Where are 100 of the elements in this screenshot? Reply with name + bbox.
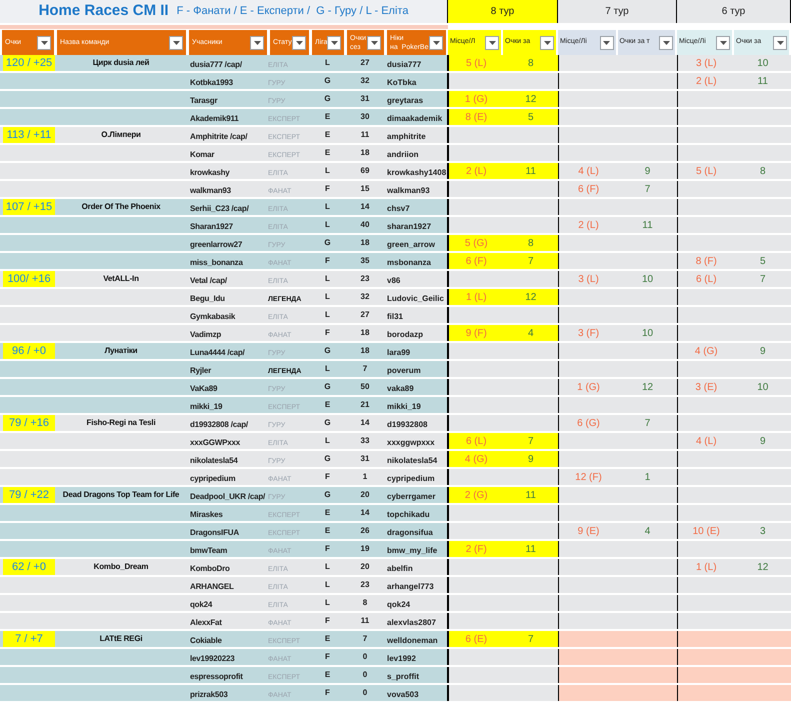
season-points: 11 bbox=[360, 129, 370, 141]
member-name: walkman93 bbox=[190, 186, 231, 195]
place-text: 5 (G) bbox=[464, 236, 488, 250]
filter-dropdown-button[interactable] bbox=[485, 36, 499, 50]
points-text: 4 bbox=[644, 524, 650, 538]
place-text: 6 (F) bbox=[578, 182, 600, 196]
nickname: KoTbka bbox=[387, 78, 416, 87]
filter-dropdown-button[interactable] bbox=[292, 36, 306, 50]
league-code: L bbox=[325, 579, 330, 591]
season-points: 27 bbox=[360, 57, 370, 69]
member-name: Komar bbox=[190, 150, 214, 159]
league-code: F bbox=[325, 327, 330, 339]
filter-dropdown-button[interactable] bbox=[169, 36, 183, 50]
filter-dropdown-button[interactable] bbox=[250, 36, 264, 50]
filter-dropdown-button[interactable] bbox=[716, 36, 730, 50]
nickname: msbonanza bbox=[387, 258, 432, 267]
points-text: 7 bbox=[644, 182, 650, 196]
points-text: 11 bbox=[526, 488, 536, 502]
member-name: Sharan1927 bbox=[190, 222, 233, 231]
league-code: L bbox=[325, 363, 330, 375]
season-points: 23 bbox=[360, 273, 370, 285]
league-code: F bbox=[325, 471, 330, 483]
caret-icon bbox=[40, 40, 48, 44]
team-name: О.Лімпери bbox=[101, 129, 141, 141]
league-code: E bbox=[324, 525, 330, 537]
filter-dropdown-button[interactable] bbox=[600, 36, 614, 50]
filter-dropdown-button[interactable] bbox=[540, 36, 554, 50]
nickname: cypripedium bbox=[387, 474, 435, 483]
caret-icon bbox=[720, 40, 726, 44]
place-text: 2 (G) bbox=[464, 488, 488, 502]
nickname: dimaakademik bbox=[387, 114, 442, 123]
league-code: L bbox=[325, 435, 330, 447]
nickname: amphitrite bbox=[387, 132, 426, 141]
season-points: 14 bbox=[360, 507, 370, 519]
points-text: 8 bbox=[528, 56, 534, 70]
points-text: 11 bbox=[526, 164, 536, 178]
nickname: borodazp bbox=[387, 330, 423, 339]
team-name: LATtE REGi bbox=[100, 633, 142, 645]
season-points: 14 bbox=[360, 201, 370, 213]
filter-dropdown-button[interactable] bbox=[429, 36, 443, 50]
team-name: Fisho-Regi na Tesli bbox=[86, 417, 156, 429]
member-name: Deadpool_UKR /cap/ bbox=[190, 492, 266, 501]
points-text: 10 bbox=[642, 272, 654, 286]
filter-dropdown-button[interactable] bbox=[37, 36, 51, 50]
league-code: E bbox=[324, 147, 330, 159]
member-name: mikki_19 bbox=[190, 402, 222, 411]
team-score: 79 / +16 bbox=[3, 415, 55, 431]
season-points: 69 bbox=[360, 165, 370, 177]
place-text: 3 (L) bbox=[578, 272, 599, 286]
league-code: G bbox=[324, 417, 331, 429]
season-points: 0 bbox=[362, 669, 368, 681]
nickname: vaka89 bbox=[387, 384, 414, 393]
points-text: 9 bbox=[528, 452, 534, 466]
league-code: L bbox=[325, 165, 330, 177]
season-points: 14 bbox=[360, 417, 370, 429]
season-points: 32 bbox=[360, 291, 370, 303]
member-name: prizrak503 bbox=[190, 690, 228, 699]
member-name: Cokiable bbox=[190, 636, 222, 645]
tour-header: 6 тур bbox=[677, 0, 791, 23]
season-points: 23 bbox=[360, 579, 370, 591]
season-points: 18 bbox=[360, 237, 370, 249]
member-name: Luna4444 /cap/ bbox=[190, 348, 245, 357]
nickname: lev1992 bbox=[387, 654, 416, 663]
caret-icon bbox=[488, 40, 496, 44]
filter-dropdown-button[interactable] bbox=[659, 36, 673, 50]
points-text: 5 bbox=[760, 254, 766, 268]
season-points: 0 bbox=[362, 687, 368, 699]
nickname: poverum bbox=[387, 366, 421, 375]
league-code: G bbox=[324, 237, 331, 249]
league-code: L bbox=[325, 273, 330, 285]
team-name: Dead Dragons Top Team for Life bbox=[62, 489, 180, 501]
league-code: L bbox=[325, 291, 330, 303]
filter-dropdown-button[interactable] bbox=[367, 36, 381, 50]
team-name: Лунатіки bbox=[104, 345, 138, 357]
league-code: G bbox=[324, 489, 331, 501]
nickname: greytaras bbox=[387, 96, 424, 105]
filter-dropdown-button[interactable] bbox=[773, 36, 787, 50]
team-name: VetALL-In bbox=[103, 273, 139, 285]
member-name: miss_bonanza bbox=[190, 258, 243, 267]
member-name: qok24 bbox=[190, 600, 212, 609]
league-code: F bbox=[325, 687, 330, 699]
caret-icon bbox=[370, 40, 378, 44]
member-name: Vetal /cap/ bbox=[190, 276, 227, 285]
points-text: 11 bbox=[526, 542, 536, 556]
member-name: nikolatesla54 bbox=[190, 456, 238, 465]
team-score: 113 / +11 bbox=[3, 127, 55, 143]
team-name: Kombo_Dream bbox=[94, 561, 148, 573]
points-text: 7 bbox=[528, 254, 534, 268]
nickname: xxxggwpxxx bbox=[387, 438, 435, 447]
member-name: AlexxFat bbox=[190, 618, 222, 627]
season-points: 20 bbox=[360, 561, 370, 573]
nickname: dusia777 bbox=[387, 60, 422, 69]
league-code: E bbox=[324, 111, 330, 123]
season-points: 21 bbox=[360, 399, 370, 411]
league-code: F bbox=[325, 651, 330, 663]
league-code: L bbox=[325, 201, 330, 213]
nickname: qok24 bbox=[387, 600, 410, 609]
member-name: Akademik911 bbox=[190, 114, 239, 123]
filter-dropdown-button[interactable] bbox=[327, 36, 341, 50]
member-name: KomboDro bbox=[190, 564, 230, 573]
